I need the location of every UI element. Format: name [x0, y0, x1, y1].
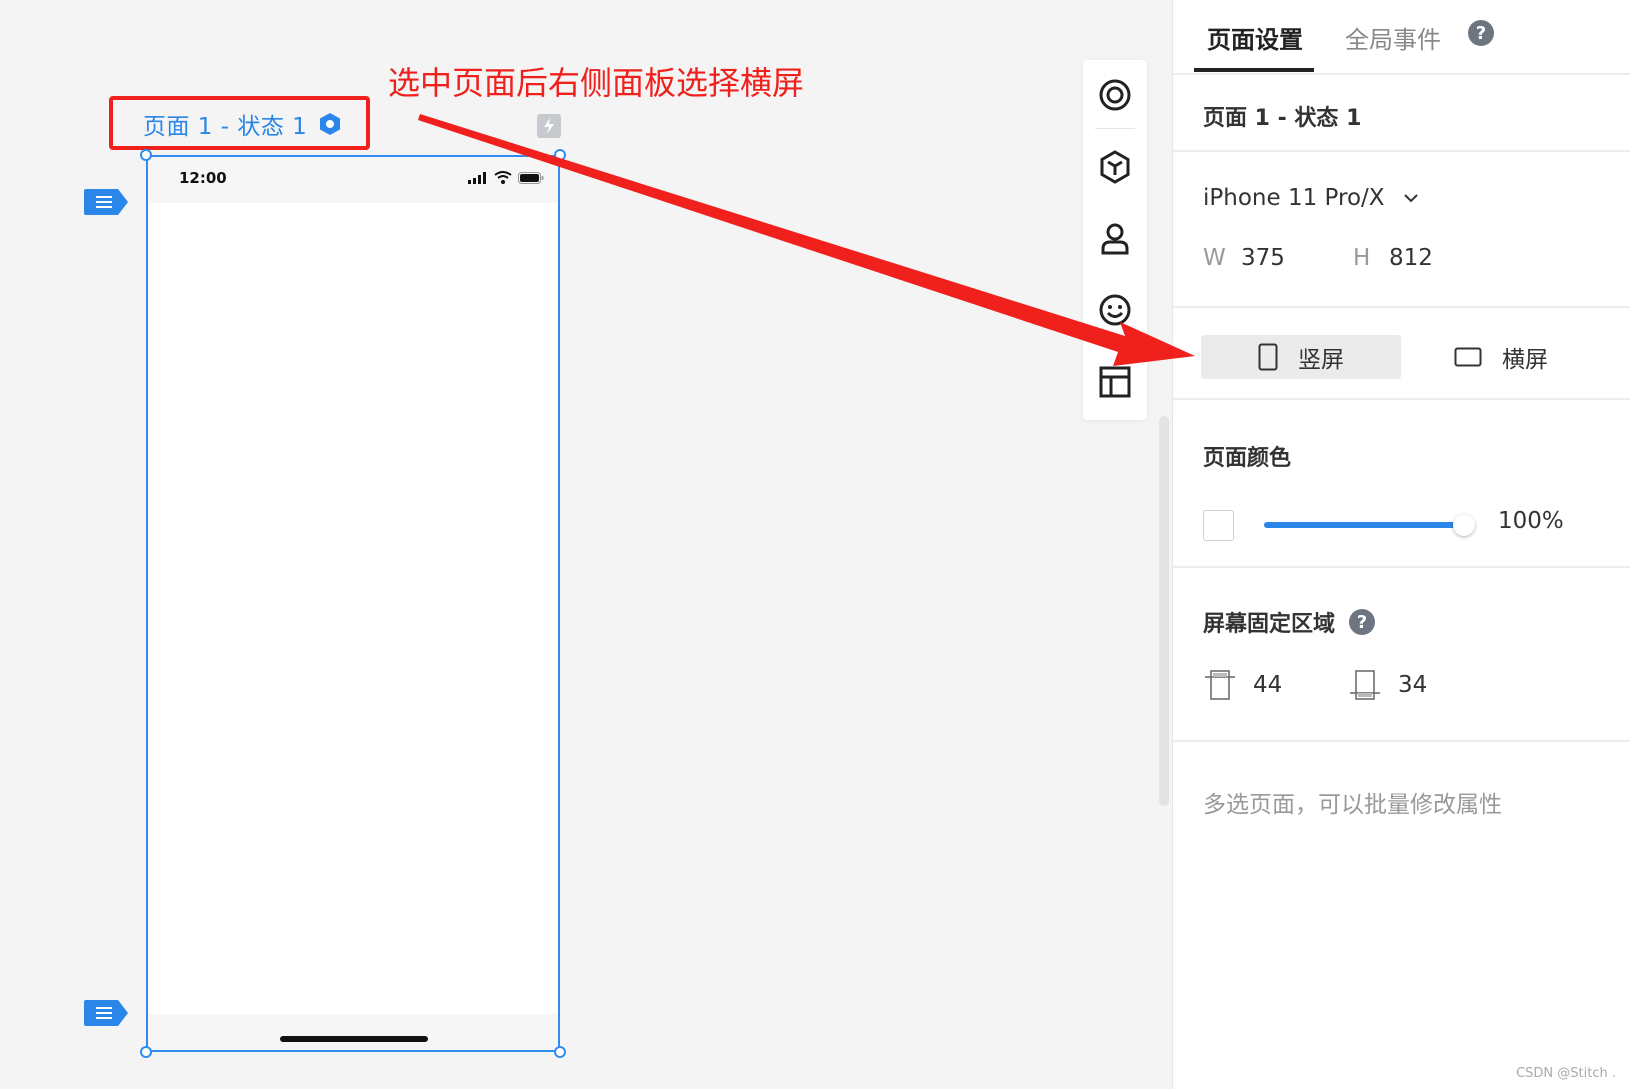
portrait-label: 竖屏: [1298, 347, 1344, 373]
active-tab-indicator: [1194, 68, 1314, 72]
device-select[interactable]: iPhone 11 Pro/X: [1203, 185, 1419, 211]
hexagon-icon: [319, 112, 341, 136]
home-bar-area: [148, 1014, 558, 1050]
properties-panel: 页面设置 全局事件 ? 页面 1 - 状态 1 iPhone 11 Pro/X …: [1172, 0, 1630, 1089]
top-fixed-icon: [1203, 668, 1237, 702]
landscape-label: 横屏: [1502, 347, 1548, 373]
side-toolbar: [1083, 60, 1147, 420]
divider: [1173, 306, 1630, 308]
resize-handle[interactable]: [140, 149, 152, 161]
flash-icon[interactable]: [537, 114, 561, 138]
smiley-icon[interactable]: [1095, 290, 1135, 330]
divider: [1173, 150, 1630, 152]
landscape-button[interactable]: 横屏: [1401, 335, 1601, 379]
component-icon[interactable]: [1095, 147, 1135, 187]
wifi-icon: [494, 171, 512, 184]
signal-icon: [468, 171, 488, 184]
panel-tabs: 页面设置 全局事件 ?: [1173, 0, 1630, 75]
status-time: 12:00: [179, 169, 227, 187]
width-label: W: [1203, 245, 1226, 271]
fixed-area-header: 屏幕固定区域 ?: [1203, 606, 1376, 638]
fixed-bottom-value: 34: [1398, 672, 1428, 698]
portrait-button[interactable]: 竖屏: [1201, 335, 1401, 379]
resize-handle[interactable]: [554, 149, 566, 161]
target-icon[interactable]: [1095, 75, 1135, 115]
note-tag-icon[interactable]: [84, 189, 130, 215]
landscape-icon: [1454, 347, 1482, 367]
tab-global-events[interactable]: 全局事件: [1345, 20, 1441, 55]
status-bar: 12:00: [148, 157, 558, 203]
width-value[interactable]: 375: [1241, 245, 1285, 271]
canvas-scrollbar[interactable]: [1159, 416, 1169, 806]
annotation-text: 选中页面后右侧面板选择横屏: [388, 64, 805, 102]
fixed-top-value: 44: [1253, 672, 1283, 698]
fixed-area-top[interactable]: 44: [1203, 668, 1282, 702]
page-label-text: 页面 1 - 状态 1: [143, 114, 308, 140]
opacity-slider-fill: [1264, 522, 1464, 528]
divider: [1173, 398, 1630, 400]
bottom-fixed-icon: [1348, 668, 1382, 702]
opacity-value[interactable]: 100%: [1498, 508, 1564, 534]
toolbar-divider: [1095, 128, 1135, 129]
layout-icon[interactable]: [1095, 362, 1135, 402]
phone-page[interactable]: 12:00: [146, 155, 560, 1052]
user-icon[interactable]: [1095, 219, 1135, 259]
help-icon[interactable]: ?: [1349, 609, 1376, 635]
chevron-down-icon: [1403, 193, 1419, 203]
resize-handle[interactable]: [554, 1046, 566, 1058]
design-canvas[interactable]: 页面 1 - 状态 1 选中页面后右侧面板选择横屏 12:00: [0, 0, 1172, 1089]
note-tag-icon[interactable]: [84, 1000, 130, 1026]
page-label[interactable]: 页面 1 - 状态 1: [143, 109, 341, 140]
battery-icon: [518, 171, 544, 184]
page-name: 页面 1 - 状态 1: [1203, 106, 1362, 131]
opacity-slider-thumb[interactable]: [1453, 514, 1475, 536]
help-icon[interactable]: ?: [1468, 20, 1494, 46]
divider: [1173, 740, 1630, 742]
opacity-slider[interactable]: [1264, 514, 1475, 536]
home-indicator: [280, 1036, 428, 1042]
fixed-area-bottom[interactable]: 34: [1348, 668, 1427, 702]
page-color-title: 页面颜色: [1203, 446, 1292, 471]
height-label: H: [1353, 245, 1371, 271]
multi-select-hint: 多选页面，可以批量修改属性: [1203, 792, 1502, 818]
height-value[interactable]: 812: [1389, 245, 1433, 271]
fixed-area-title: 屏幕固定区域: [1203, 612, 1336, 637]
color-swatch[interactable]: [1203, 510, 1234, 541]
divider: [1173, 566, 1630, 568]
resize-handle[interactable]: [140, 1046, 152, 1058]
tab-page-settings[interactable]: 页面设置: [1207, 20, 1303, 55]
watermark: CSDN @Stitch .: [1516, 1066, 1616, 1081]
device-name: iPhone 11 Pro/X: [1203, 185, 1385, 211]
portrait-icon: [1258, 343, 1278, 371]
